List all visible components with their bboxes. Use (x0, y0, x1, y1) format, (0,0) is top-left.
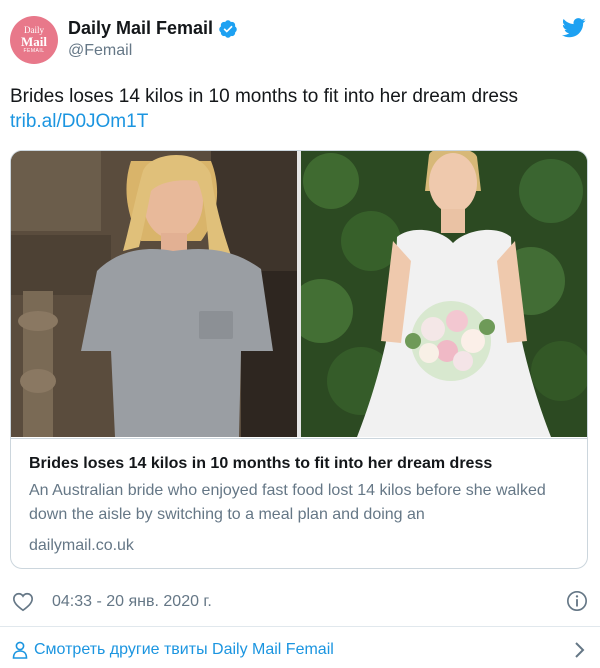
display-name[interactable]: Daily Mail Femail (68, 18, 213, 39)
tweet-meta: 04:33 - 20 янв. 2020 г. (12, 589, 588, 615)
footer[interactable]: Смотреть другие твиты Daily Mail Femail (12, 638, 588, 662)
avatar-text-mail: Mail (21, 33, 47, 49)
verified-badge-icon (219, 19, 237, 38)
before-photo (11, 151, 297, 437)
tweet-header: Daily Mail FEMAIL Daily Mail Femail @Fem… (10, 14, 590, 64)
card-title[interactable]: Brides loses 14 kilos in 10 months to fi… (29, 453, 569, 475)
card-domain[interactable]: dailymail.co.uk (29, 535, 569, 557)
divider (0, 626, 600, 627)
heart-icon[interactable] (12, 591, 34, 613)
timestamp[interactable]: 04:33 - 20 янв. 2020 г. (52, 593, 212, 611)
name-row: Daily Mail Femail (68, 18, 238, 39)
card-body: Brides loses 14 kilos in 10 months to fi… (11, 438, 587, 568)
person-icon (12, 641, 28, 659)
twitter-bird-icon[interactable] (562, 18, 586, 38)
tweet-text: Brides loses 14 kilos in 10 months to fi… (10, 84, 590, 134)
link-card[interactable]: Brides loses 14 kilos in 10 months to fi… (10, 150, 588, 569)
chevron-right-icon[interactable] (574, 641, 586, 659)
after-photo (301, 151, 587, 437)
card-images[interactable] (11, 151, 587, 437)
avatar[interactable]: Daily Mail FEMAIL (10, 16, 58, 64)
handle[interactable]: @Femail (68, 42, 132, 60)
avatar-text-femail: FEMAIL (23, 47, 45, 54)
tweet-body: Brides loses 14 kilos in 10 months to fi… (10, 86, 518, 107)
info-icon[interactable] (566, 590, 588, 612)
more-tweets-link[interactable]: Смотреть другие твиты Daily Mail Femail (34, 641, 334, 659)
embedded-tweet: Daily Mail FEMAIL Daily Mail Femail @Fem… (0, 0, 600, 668)
tweet-link[interactable]: trib.al/D0JOm1T (10, 109, 590, 134)
card-description: An Australian bride who enjoyed fast foo… (29, 482, 546, 523)
